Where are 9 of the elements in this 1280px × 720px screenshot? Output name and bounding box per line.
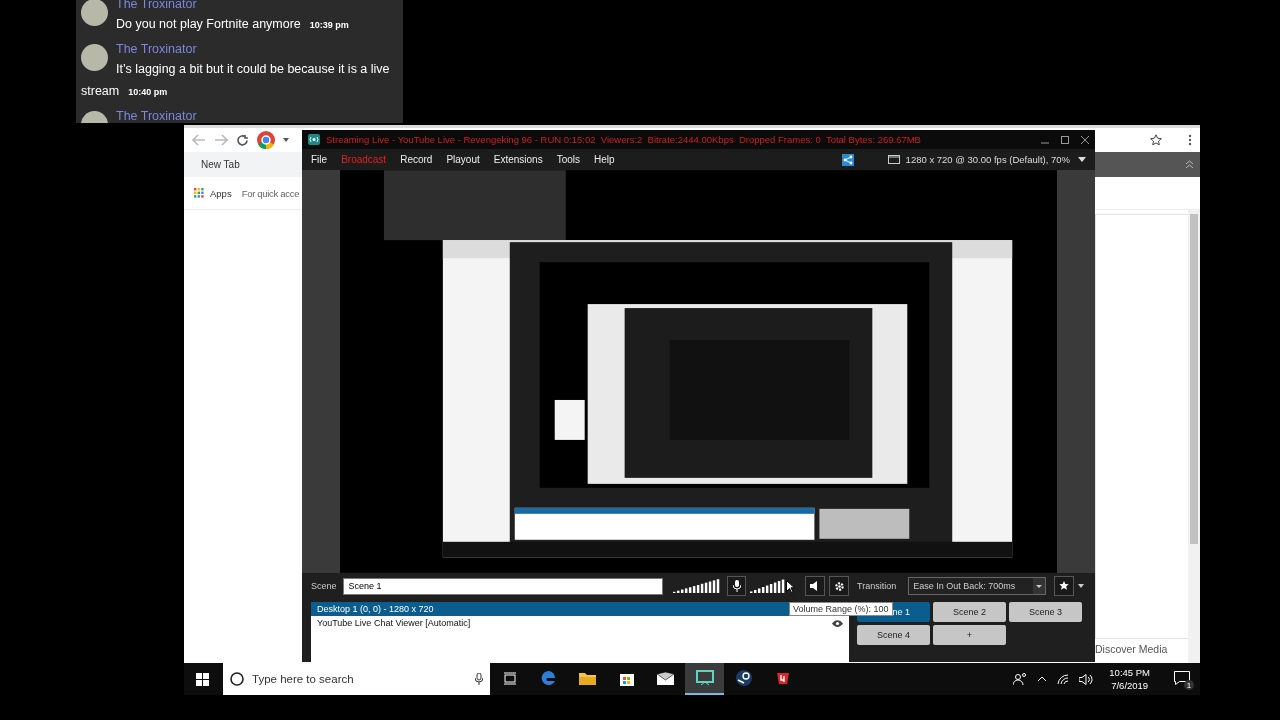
bookmark-hint: For quick acce [241, 187, 300, 199]
window-title: Streaming Live - YouTube Live - Revengeking 96 - RUN 0:15:02 Viewers:2 Bitrate:2444.00Kbps Dropped Frames: 0 Total Bytes: 269.67MB [326, 134, 922, 145]
tooltip: Volume Range (%): 100 [789, 602, 893, 616]
chat-message: Do you not play Fortnite anymore 10:39 pm [115, 16, 350, 33]
chat-author: The Troxinator [116, 108, 198, 123]
chat-message: It’s lagging a bit but it could be because it is a live stream 10:40 pm [81, 61, 391, 100]
chat-author: The Troxinator [116, 41, 198, 58]
scene-label: Scene [311, 581, 337, 591]
transition-label: Transition [857, 581, 897, 591]
